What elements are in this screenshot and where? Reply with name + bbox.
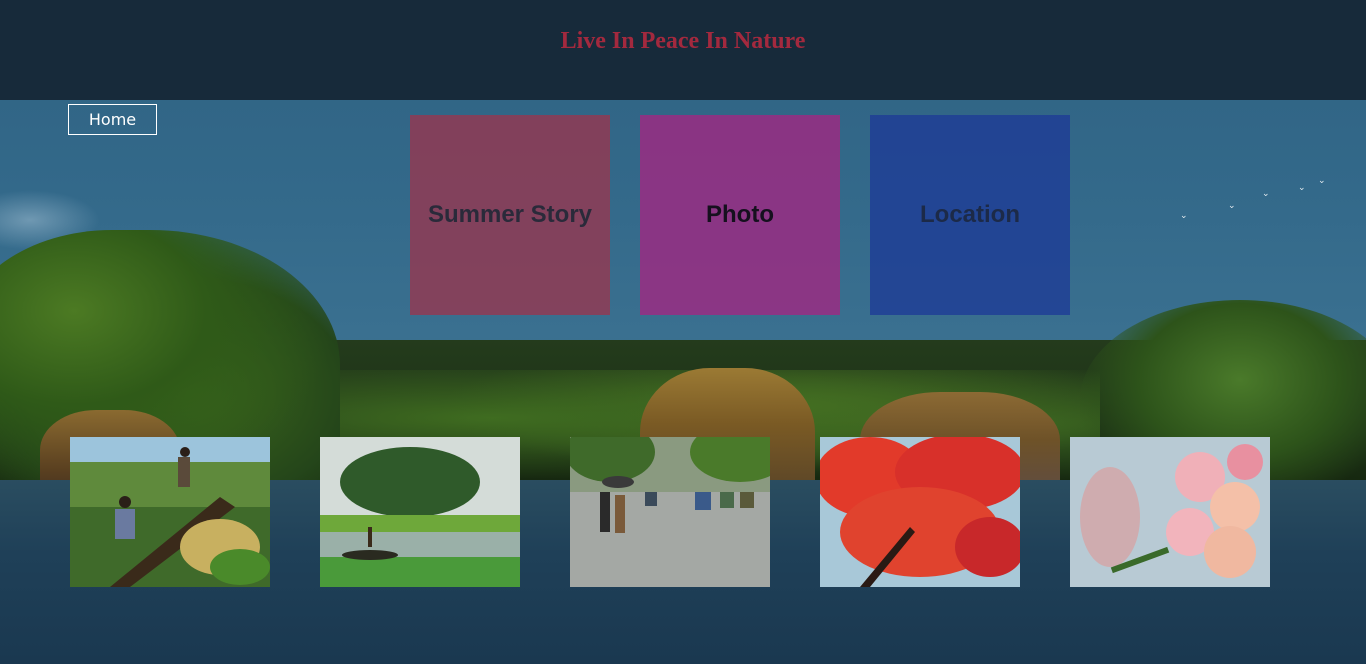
red-flower-tree-photo[interactable] — [820, 437, 1020, 587]
pink-flowers-photo[interactable] — [1070, 437, 1270, 587]
bird-icon: ⌄ — [1298, 182, 1306, 192]
tile-summer-story[interactable]: Summer Story — [410, 115, 610, 315]
rainy-street-photo[interactable] — [570, 437, 770, 587]
tile-location[interactable]: Location — [870, 115, 1070, 315]
fisherman-boat-photo[interactable] — [70, 437, 270, 587]
bird-icon: ⌄ — [1228, 200, 1236, 210]
bird-icon: ⌄ — [1180, 210, 1188, 220]
river-landscape-photo[interactable] — [320, 437, 520, 587]
home-button[interactable]: Home — [68, 104, 157, 135]
bird-icon: ⌄ — [1318, 175, 1326, 185]
site-header: Live In Peace In Nature — [0, 0, 1366, 100]
tile-photo[interactable]: Photo — [640, 115, 840, 315]
bird-icon: ⌄ — [1262, 188, 1270, 198]
site-title: Live In Peace In Nature — [560, 28, 806, 54]
